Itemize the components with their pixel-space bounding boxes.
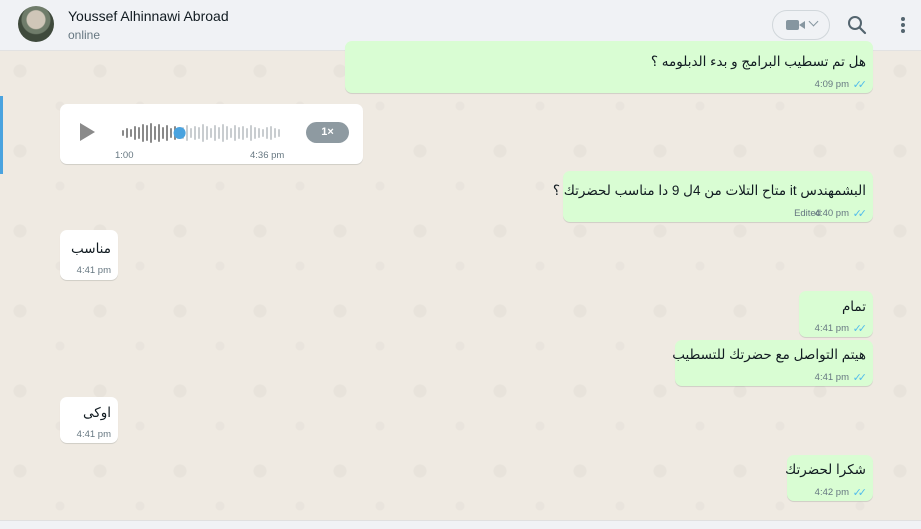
- double-check-icon: ✓✓: [852, 208, 868, 220]
- message-text: تمام: [841, 299, 866, 314]
- message-outgoing[interactable]: هل تم تسطيب البرامج و بدء الدبلومه ؟ 4:0…: [345, 41, 873, 93]
- contact-status: online: [68, 28, 101, 42]
- video-call-button[interactable]: [772, 10, 830, 40]
- waveform-bar: [214, 125, 216, 141]
- search-icon: [848, 16, 867, 35]
- message-time: 4:41 pm: [814, 323, 849, 334]
- waveform-bar: [218, 127, 220, 139]
- double-check-icon: ✓✓: [852, 323, 868, 335]
- waveform-bar: [210, 128, 212, 138]
- waveform-bar: [202, 124, 204, 142]
- waveform-bar: [146, 125, 148, 141]
- message-outgoing[interactable]: تمام 4:41 pm ✓✓: [799, 291, 873, 337]
- waveform-bar: [262, 129, 264, 137]
- message-outgoing[interactable]: البشمهندس it متاح التلات من 4ل 9 دا مناس…: [553, 171, 873, 222]
- message-time: 4:41 pm: [814, 372, 849, 383]
- message-time: 4:09 pm: [814, 79, 849, 90]
- waveform-bar: [238, 127, 240, 139]
- waveform-bar: [126, 128, 128, 138]
- waveform-bar: [206, 126, 208, 140]
- message-time: 4:41 pm: [76, 265, 111, 276]
- waveform-bar: [190, 128, 192, 138]
- waveform-bar: [198, 127, 200, 139]
- waveform-bar: [158, 124, 160, 142]
- voice-elapsed: 1:00: [115, 150, 134, 161]
- playback-scrubber[interactable]: [173, 127, 186, 139]
- search-button[interactable]: [846, 14, 868, 36]
- message-incoming[interactable]: اوكى 4:41 pm: [60, 397, 118, 443]
- waveform-bar: [274, 128, 276, 138]
- waveform-bar: [162, 127, 164, 139]
- voice-message[interactable]: 1× 1:00 4:36 pm: [60, 104, 363, 164]
- double-check-icon: ✓✓: [852, 487, 868, 499]
- message-text: اوكى: [83, 405, 111, 420]
- kebab-menu-icon: [901, 17, 905, 21]
- message-text: هل تم تسطيب البرامج و بدء الدبلومه ؟: [650, 54, 866, 69]
- video-camera-icon: [786, 20, 799, 30]
- message-text: البشمهندس it متاح التلات من 4ل 9 دا مناس…: [552, 183, 866, 198]
- pane-edge: [0, 96, 3, 174]
- message-time: 4:42 pm: [814, 487, 849, 498]
- waveform-bar: [170, 128, 172, 138]
- message-time: 4:40 pm: [814, 208, 849, 219]
- message-incoming[interactable]: مناسب 4:41 pm: [60, 230, 118, 280]
- waveform-bar: [150, 123, 152, 143]
- message-time: 4:41 pm: [76, 429, 111, 440]
- message-outgoing[interactable]: شكرا لحضرتك 4:42 pm ✓✓: [785, 455, 873, 501]
- avatar[interactable]: [18, 6, 54, 42]
- waveform-bar: [270, 126, 272, 140]
- chevron-down-icon: [808, 16, 819, 27]
- waveform-bar: [166, 125, 168, 141]
- waveform-bar: [226, 126, 228, 140]
- waveform-bar: [242, 126, 244, 140]
- waveform-bar: [142, 124, 144, 142]
- message-time: 4:36 pm: [250, 150, 285, 161]
- waveform-bar: [154, 126, 156, 140]
- message-text: شكرا لحضرتك: [785, 462, 866, 477]
- play-icon[interactable]: [80, 123, 95, 141]
- playback-speed-button[interactable]: 1×: [306, 122, 349, 143]
- waveform-bar: [234, 125, 236, 141]
- waveform-bar: [254, 127, 256, 139]
- waveform-bar: [246, 128, 248, 138]
- message-outgoing[interactable]: هيتم التواصل مع حضرتك للتسطيب 4:41 pm ✓✓: [672, 340, 873, 386]
- contact-name[interactable]: Youssef Alhinnawi Abroad: [68, 8, 229, 24]
- double-check-icon: ✓✓: [852, 372, 868, 384]
- waveform-bar: [130, 129, 132, 137]
- waveform-bar: [266, 127, 268, 139]
- waveform-bar: [138, 127, 140, 139]
- waveform-bar: [250, 125, 252, 141]
- waveform-bar: [278, 129, 280, 137]
- waveform-bar: [222, 124, 224, 142]
- message-text: مناسب: [71, 241, 111, 256]
- menu-button[interactable]: [896, 14, 910, 36]
- waveform-bar: [122, 130, 124, 136]
- waveform-bar: [194, 126, 196, 140]
- waveform-bar: [186, 125, 188, 141]
- waveform-bar: [258, 128, 260, 138]
- voice-waveform[interactable]: [122, 121, 282, 145]
- message-text: هيتم التواصل مع حضرتك للتسطيب: [672, 347, 866, 362]
- double-check-icon: ✓✓: [852, 79, 868, 91]
- waveform-bar: [230, 128, 232, 138]
- waveform-bar: [134, 126, 136, 140]
